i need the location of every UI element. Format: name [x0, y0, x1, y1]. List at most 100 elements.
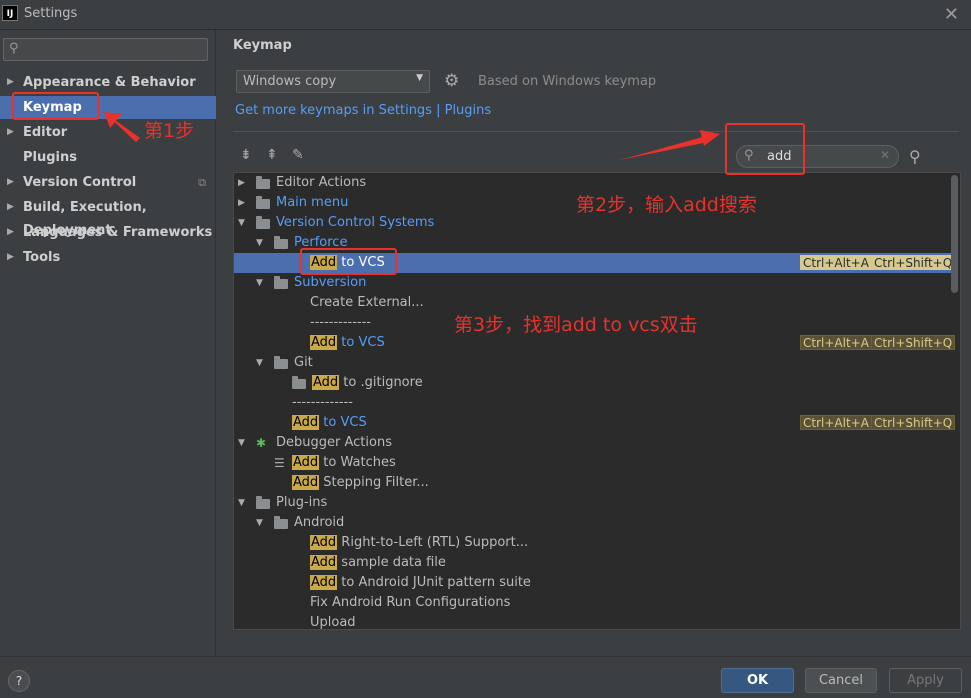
chevron-right-icon[interactable]: ▶: [7, 71, 14, 94]
tree-row-text: Debugger Actions: [276, 435, 392, 450]
keymap-tree[interactable]: ▶ Editor Actions ▶ Main menu ▼ Version Contro…: [233, 172, 961, 630]
tree-row-label: Plug-ins: [276, 493, 327, 513]
tree-row[interactable]: -------------: [234, 393, 951, 413]
tree-row[interactable]: ▼ Subversion: [234, 273, 951, 293]
tree-row[interactable]: Fix Android Run Configurations: [234, 593, 951, 613]
tree-row[interactable]: ▼ Plug-ins: [234, 493, 951, 513]
tree-row-label: Add sample data file: [310, 553, 446, 573]
tree-row[interactable]: ▶ Main menu: [234, 193, 951, 213]
close-icon[interactable]: ✕: [944, 4, 959, 25]
chevron-down-icon[interactable]: ▼: [256, 353, 263, 373]
collapse-all-icon[interactable]: ⇞: [266, 147, 278, 163]
edit-pencil-icon[interactable]: ✎: [292, 147, 304, 163]
keymap-dropdown-value: Windows copy: [243, 74, 337, 89]
ok-button[interactable]: OK: [721, 668, 794, 693]
tree-row[interactable]: Create External...: [234, 293, 951, 313]
tree-row-label: Debugger Actions: [276, 433, 392, 453]
sidebar-item-build-execution-deployment[interactable]: ▶ Build, Execution, Deployment: [0, 196, 216, 238]
chevron-right-icon[interactable]: ▶: [7, 221, 14, 244]
apply-button[interactable]: Apply: [889, 668, 962, 693]
project-level-icon: ⧉: [198, 176, 206, 189]
scrollbar[interactable]: [951, 175, 958, 293]
tree-row[interactable]: ☰ Add to Watches: [234, 453, 951, 473]
chevron-down-icon[interactable]: ▼: [256, 273, 263, 293]
tree-row-label: Editor Actions: [276, 173, 366, 193]
folder-icon: [256, 496, 270, 509]
based-on-label: Based on Windows keymap: [478, 74, 657, 89]
page-title: Keymap: [233, 38, 292, 53]
sidebar-item-appearance-behavior[interactable]: ▶ Appearance & Behavior: [0, 71, 216, 94]
tree-row[interactable]: Upload: [234, 613, 951, 630]
chevron-down-icon[interactable]: ▼: [256, 233, 263, 253]
settings-search-input[interactable]: ⚲: [3, 38, 208, 61]
chevron-right-icon[interactable]: ▶: [238, 193, 245, 213]
tree-row-label: Add to Watches: [292, 453, 396, 473]
chevron-right-icon[interactable]: ▶: [7, 246, 14, 269]
cancel-button[interactable]: Cancel: [805, 668, 877, 693]
shortcut-badge: Ctrl+Alt+A: [800, 335, 872, 350]
keymap-dropdown[interactable]: Windows copy ▼: [236, 70, 430, 93]
tree-row[interactable]: ▼ Android: [234, 513, 951, 533]
tree-row[interactable]: Add Stepping Filter...: [234, 473, 951, 493]
chevron-down-icon[interactable]: ▼: [238, 493, 245, 513]
tree-row-label: Create External...: [310, 293, 424, 313]
chevron-right-icon[interactable]: ▶: [7, 121, 14, 144]
clear-search-icon[interactable]: ✕: [880, 148, 890, 162]
tree-row-text: to VCS: [319, 415, 367, 430]
chevron-down-icon[interactable]: ▼: [256, 513, 263, 533]
tree-row-text: Git: [294, 355, 313, 370]
tree-row-label: Version Control Systems: [276, 213, 434, 233]
tree-row-text: to .gitignore: [339, 375, 423, 390]
tree-row-text: Perforce: [294, 235, 348, 250]
more-keymaps-link[interactable]: Get more keymaps in Settings | Plugins: [235, 103, 491, 118]
chevron-down-icon[interactable]: ▼: [238, 433, 245, 453]
sidebar-item-tools[interactable]: ▶ Tools: [0, 246, 216, 269]
tree-row[interactable]: Add to Android JUnit pattern suite: [234, 573, 951, 593]
folder-icon: [256, 216, 270, 229]
help-button[interactable]: ?: [8, 670, 30, 692]
tree-row[interactable]: ▼ Git: [234, 353, 951, 373]
tree-row[interactable]: Add to VCS Ctrl+Alt+A Ctrl+Shift+Q: [234, 253, 956, 273]
chevron-right-icon[interactable]: ▶: [7, 171, 14, 194]
sidebar-item-label: Tools: [23, 250, 61, 265]
tree-row[interactable]: ▼ Version Control Systems: [234, 213, 951, 233]
action-search-input[interactable]: ⚲ add ✕: [736, 145, 899, 168]
folder-icon: [274, 516, 288, 529]
tree-row-text: Stepping Filter...: [319, 475, 429, 490]
tree-row[interactable]: Add sample data file: [234, 553, 951, 573]
tree-row-text: -------------: [310, 315, 371, 330]
folder-icon: [274, 276, 288, 289]
folder-icon: [274, 236, 288, 249]
tree-row-label: Add to Android JUnit pattern suite: [310, 573, 531, 593]
sidebar-item-plugins[interactable]: Plugins: [0, 146, 216, 169]
tree-row[interactable]: Add to VCS Ctrl+Alt+A Ctrl+Shift+Q: [234, 333, 956, 353]
folder-icon: [274, 356, 288, 369]
tree-row-label: -------------: [310, 313, 371, 333]
search-match-highlight: Add: [312, 375, 340, 390]
expand-all-icon[interactable]: ⇟: [240, 147, 252, 163]
tree-row-text: sample data file: [337, 555, 446, 570]
sidebar-item-version-control[interactable]: ▶ Version Control ⧉: [0, 171, 216, 194]
sidebar-item-languages-frameworks[interactable]: ▶ Languages & Frameworks: [0, 221, 216, 244]
tree-row-label: Android: [294, 513, 344, 533]
tree-row[interactable]: -------------: [234, 313, 951, 333]
chevron-right-icon[interactable]: ▶: [7, 196, 14, 219]
tree-row-label: -------------: [292, 393, 353, 413]
tree-row-text: Subversion: [294, 275, 367, 290]
chevron-right-icon[interactable]: ▶: [238, 173, 245, 193]
title-bar: IJ Settings ✕: [0, 0, 971, 30]
gear-icon[interactable]: ⚙: [444, 71, 459, 91]
tree-row[interactable]: ▼ Perforce: [234, 233, 951, 253]
tree-row[interactable]: Add to .gitignore: [234, 373, 951, 393]
tree-row[interactable]: ▶ Editor Actions: [234, 173, 951, 193]
find-by-shortcut-icon[interactable]: ⚲: [909, 147, 921, 166]
shortcut-badge: Ctrl+Alt+A: [800, 255, 872, 270]
tree-row[interactable]: Add Right-to-Left (RTL) Support...: [234, 533, 951, 553]
tree-row[interactable]: ▼ ✱ Debugger Actions: [234, 433, 951, 453]
tree-row-text: to VCS: [337, 335, 385, 350]
chevron-down-icon[interactable]: ▼: [238, 213, 245, 233]
tree-row-text: Upload: [310, 615, 356, 630]
tree-row[interactable]: Add to VCS Ctrl+Alt+A Ctrl+Shift+Q: [234, 413, 956, 433]
sidebar-item-label: Keymap: [23, 100, 82, 115]
divider: [233, 131, 959, 132]
